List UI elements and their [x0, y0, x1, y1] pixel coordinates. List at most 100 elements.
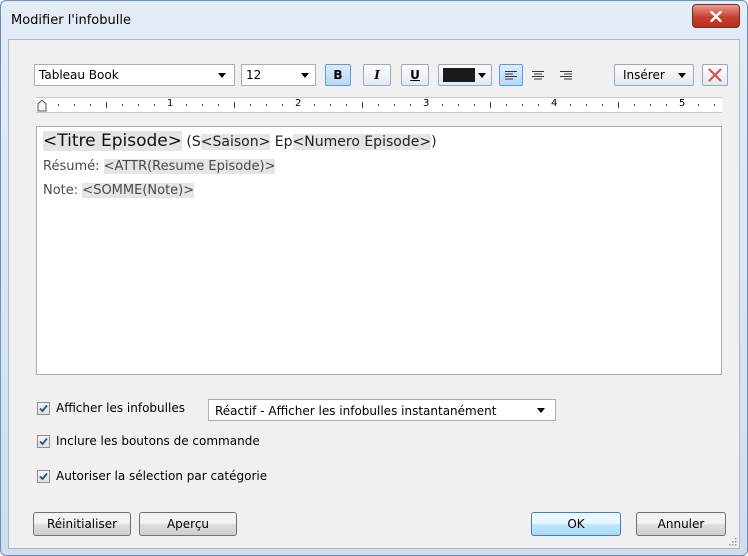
season-field: <Saison>	[200, 134, 271, 150]
ruler-tick	[58, 104, 59, 106]
chevron-down-icon	[478, 73, 486, 78]
ruler-tick	[602, 104, 603, 106]
category-selection-checkbox[interactable]	[37, 470, 50, 483]
ruler-tick	[538, 104, 539, 106]
ruler-tick	[314, 104, 315, 106]
align-right-button[interactable]	[554, 64, 578, 86]
ruler-tick	[330, 104, 331, 106]
editor-line-title: <Titre Episode> (S<Saison> Ep<Numero Epi…	[43, 131, 437, 151]
font-size-value: 12	[246, 68, 262, 82]
chevron-down-icon	[301, 73, 309, 78]
ruler-tick	[234, 102, 235, 108]
clear-format-icon	[708, 68, 722, 82]
ruler-tick	[410, 104, 411, 106]
tooltip-mode-select[interactable]: Réactif - Afficher les infobulles instan…	[208, 399, 556, 421]
ruler-tick	[650, 104, 651, 106]
ruler-tick	[138, 104, 139, 106]
chevron-down-icon	[537, 408, 545, 413]
ruler-tick	[202, 104, 203, 106]
font-select-value: Tableau Book	[39, 68, 119, 82]
ruler-tick	[634, 104, 635, 106]
ruler-tick	[378, 104, 379, 106]
tooltip-editor[interactable]: <Titre Episode> (S<Saison> Ep<Numero Epi…	[36, 126, 722, 375]
italic-button[interactable]: I	[363, 64, 391, 86]
ruler-tick	[154, 104, 155, 106]
ep-prefix-text: Ep	[270, 134, 293, 150]
include-buttons-label[interactable]: Inclure les boutons de commande	[56, 434, 260, 448]
close-button[interactable]	[692, 4, 740, 28]
preview-button[interactable]: Aperçu	[139, 512, 237, 536]
dialog-client: Tableau Book 12 B I U Insérer 1 2 3 4 5 …	[8, 39, 740, 549]
font-select[interactable]: Tableau Book	[34, 64, 235, 86]
font-size-select[interactable]: 12	[241, 64, 316, 86]
text-color-button[interactable]	[438, 64, 492, 86]
ruler-tick	[522, 104, 523, 106]
ruler-tick	[458, 104, 459, 106]
ruler-tick	[282, 104, 283, 106]
resize-grip-icon[interactable]	[727, 536, 737, 546]
chevron-down-icon	[678, 73, 686, 78]
ruler-tick	[666, 104, 667, 106]
ruler-tick	[698, 104, 699, 106]
ruler-tick	[346, 104, 347, 106]
ruler-tick	[506, 104, 507, 106]
ruler-tick	[586, 104, 587, 106]
color-swatch	[443, 68, 475, 82]
cancel-button[interactable]: Annuler	[636, 512, 726, 536]
ruler-number: 2	[295, 98, 302, 109]
show-tooltips-label[interactable]: Afficher les infobulles	[56, 401, 185, 415]
align-left-icon	[505, 70, 517, 79]
note-field: <SOMME(Note)>	[82, 183, 195, 198]
bold-button[interactable]: B	[325, 64, 351, 86]
ruler-tick	[106, 102, 107, 108]
close-paren-text: )	[431, 134, 437, 150]
ruler-tick	[570, 104, 571, 106]
insert-label: Insérer	[623, 68, 665, 82]
checkmark-icon	[39, 437, 48, 446]
ruler-number: 3	[423, 98, 430, 109]
episode-number-field: <Numero Episode>	[292, 134, 432, 150]
editor-line-summary: Résumé: <ATTR(Resume Episode)>	[43, 159, 276, 174]
ruler-tick	[266, 104, 267, 106]
ruler-tick	[74, 104, 75, 106]
ruler-tick	[714, 104, 715, 106]
ok-button[interactable]: OK	[531, 512, 621, 536]
ruler[interactable]: 1 2 3 4 5	[36, 97, 722, 113]
editor-line-note: Note: <SOMME(Note)>	[43, 183, 195, 198]
checkmark-icon	[39, 404, 48, 413]
ruler-tick	[218, 104, 219, 106]
include-buttons-checkbox[interactable]	[37, 435, 50, 448]
ruler-tick	[618, 102, 619, 108]
ruler-tick	[442, 104, 443, 106]
title-field: <Titre Episode>	[43, 131, 182, 151]
clear-formatting-button[interactable]	[702, 64, 728, 86]
ruler-tick	[186, 104, 187, 106]
underline-button[interactable]: U	[401, 64, 429, 86]
tooltip-mode-value: Réactif - Afficher les infobulles instan…	[215, 404, 497, 418]
show-tooltips-checkbox[interactable]	[37, 402, 50, 415]
ruler-tick	[362, 102, 363, 108]
align-right-icon	[560, 70, 572, 79]
ruler-tick	[394, 104, 395, 106]
ruler-tick	[490, 102, 491, 108]
ruler-number: 5	[679, 98, 686, 109]
summary-field: <ATTR(Resume Episode)>	[103, 159, 276, 174]
insert-button[interactable]: Insérer	[614, 64, 694, 86]
indent-marker-icon[interactable]	[37, 100, 47, 112]
title-bar: Modifier l'infobulle	[1, 1, 747, 39]
ruler-number: 4	[551, 98, 558, 109]
note-label: Note:	[43, 183, 83, 198]
align-left-button[interactable]	[499, 64, 523, 86]
window-title: Modifier l'infobulle	[11, 13, 131, 28]
ruler-tick	[250, 104, 251, 106]
align-center-icon	[532, 70, 544, 79]
align-center-button[interactable]	[526, 64, 550, 86]
reset-button[interactable]: Réinitialiser	[33, 512, 131, 536]
ruler-tick	[90, 104, 91, 106]
ruler-number: 1	[167, 98, 174, 109]
category-selection-label[interactable]: Autoriser la sélection par catégorie	[56, 469, 267, 483]
dialog-window: Modifier l'infobulle Tableau Book 12 B I…	[0, 0, 748, 556]
close-icon	[710, 10, 722, 22]
checkmark-icon	[39, 472, 48, 481]
ruler-tick	[474, 104, 475, 106]
